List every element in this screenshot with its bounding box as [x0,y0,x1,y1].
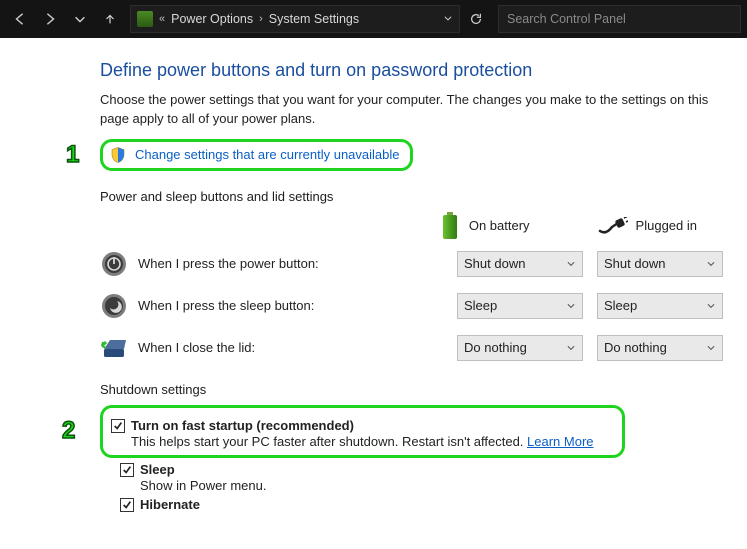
select-lid-plugged[interactable]: Do nothing [597,335,723,361]
annotation-2-wrap: 2 Turn on fast startup (recommended) Thi… [60,405,723,458]
row-sleep-button: When I press the sleep button: Sleep Sle… [100,292,723,320]
column-on-battery: On battery [439,212,530,240]
navbar: « Power Options › System Settings Search… [0,0,747,38]
address-bar[interactable]: « Power Options › System Settings [130,5,460,33]
breadcrumb-prefix: « [159,13,165,25]
fast-startup-desc-text: This helps start your PC faster after sh… [131,434,527,449]
select-power-button-plugged[interactable]: Shut down [597,251,723,277]
annotation-1-wrap: 1 Change settings that are currently una… [60,139,723,171]
chevron-down-icon [566,298,576,313]
section-shutdown-heading: Shutdown settings [100,382,723,397]
back-button[interactable] [6,5,34,33]
chevron-down-icon [566,340,576,355]
change-settings-link[interactable]: Change settings that are currently unava… [135,147,400,162]
select-lid-battery[interactable]: Do nothing [457,335,583,361]
fast-startup-title: Turn on fast startup (recommended) [131,418,354,433]
checkbox-hibernate-row: Hibernate [120,493,723,512]
checkbox-hibernate[interactable] [120,498,134,512]
chevron-down-icon [706,298,716,313]
row-close-lid-label: When I close the lid: [138,340,457,355]
recent-locations-button[interactable] [66,5,94,33]
select-value: Do nothing [604,340,667,355]
page-description: Choose the power settings that you want … [100,91,723,129]
plug-icon [598,217,628,235]
forward-button[interactable] [36,5,64,33]
content-area: Define power buttons and turn on passwor… [0,38,747,522]
chevron-down-icon [706,256,716,271]
checkbox-sleep[interactable] [120,463,134,477]
chevron-right-icon: › [259,13,263,25]
search-input[interactable]: Search Control Panel [498,5,741,33]
select-value: Do nothing [464,340,527,355]
annotation-number-1: 1 [66,141,79,169]
checkbox-fast-startup-row: Turn on fast startup (recommended) This … [111,414,594,449]
sleep-button-icon [100,292,128,320]
row-power-button: When I press the power button: Shut down… [100,250,723,278]
sleep-title: Sleep [140,462,175,477]
col-battery-label: On battery [469,218,530,233]
search-placeholder: Search Control Panel [507,12,626,26]
annotation-number-2: 2 [62,417,75,445]
checkbox-fast-startup[interactable] [111,419,125,433]
shield-icon [109,146,127,164]
select-sleep-button-battery[interactable]: Sleep [457,293,583,319]
chevron-down-icon [566,256,576,271]
select-value: Shut down [464,256,525,271]
power-button-icon [100,250,128,278]
fast-startup-desc: This helps start your PC faster after sh… [131,434,594,449]
column-headers: On battery Plugged in [100,212,723,240]
refresh-button[interactable] [462,5,490,33]
col-plugged-label: Plugged in [636,218,697,233]
annotation-box-1: Change settings that are currently unava… [100,139,413,171]
chevron-down-icon [706,340,716,355]
learn-more-link[interactable]: Learn More [527,434,593,449]
row-power-button-label: When I press the power button: [138,256,457,271]
sleep-desc: Show in Power menu. [140,478,266,493]
select-sleep-button-plugged[interactable]: Sleep [597,293,723,319]
battery-icon [439,212,461,240]
up-button[interactable] [96,5,124,33]
breadcrumb-item-system-settings[interactable]: System Settings [269,12,359,26]
select-value: Shut down [604,256,665,271]
lid-icon [100,334,128,362]
checkbox-sleep-row: Sleep Show in Power menu. [120,458,723,493]
annotation-box-2: Turn on fast startup (recommended) This … [100,405,625,458]
column-plugged-in: Plugged in [598,217,697,235]
section-power-sleep-heading: Power and sleep buttons and lid settings [100,189,723,204]
select-value: Sleep [464,298,497,313]
page-title: Define power buttons and turn on passwor… [100,60,723,81]
address-dropdown-icon[interactable] [443,12,453,26]
control-panel-icon [137,11,153,27]
row-sleep-button-label: When I press the sleep button: [138,298,457,313]
breadcrumb-item-power-options[interactable]: Power Options [171,12,253,26]
hibernate-title: Hibernate [140,497,200,512]
select-power-button-battery[interactable]: Shut down [457,251,583,277]
row-close-lid: When I close the lid: Do nothing Do noth… [100,334,723,362]
select-value: Sleep [604,298,637,313]
